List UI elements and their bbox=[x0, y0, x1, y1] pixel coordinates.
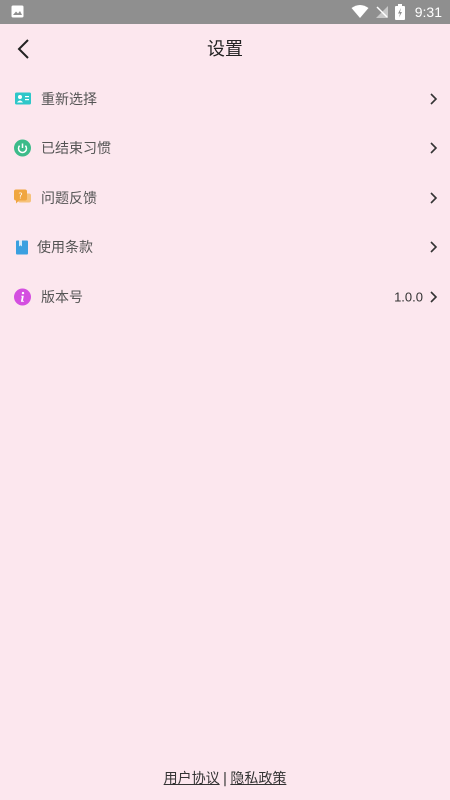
chevron-right-icon bbox=[430, 192, 438, 204]
settings-item-label: 版本号 bbox=[41, 289, 83, 306]
settings-item-label: 已结束习惯 bbox=[41, 141, 111, 158]
page-title: 设置 bbox=[207, 39, 243, 60]
back-button[interactable] bbox=[8, 34, 38, 64]
chevron-left-icon bbox=[17, 39, 29, 59]
feedback-bubble-icon: ? bbox=[14, 189, 31, 206]
settings-item-version[interactable]: 版本号 1.0.0 bbox=[0, 272, 450, 322]
chevron-right-icon bbox=[430, 93, 438, 105]
settings-item-label: 使用条款 bbox=[37, 240, 93, 257]
battery-charging-icon bbox=[394, 4, 405, 20]
settings-item-feedback[interactable]: ? 问题反馈 bbox=[0, 173, 450, 223]
settings-item-ended-habits[interactable]: 已结束习惯 bbox=[0, 124, 450, 174]
settings-item-reselect[interactable]: 重新选择 bbox=[0, 74, 450, 124]
footer-separator: | bbox=[222, 771, 228, 787]
settings-item-label: 重新选择 bbox=[41, 91, 97, 108]
app-bar: 设置 bbox=[0, 24, 450, 76]
user-agreement-link[interactable]: 用户协议 bbox=[164, 771, 220, 787]
settings-item-terms-of-use[interactable]: 使用条款 bbox=[0, 223, 450, 273]
svg-text:?: ? bbox=[18, 192, 22, 201]
no-signal-icon bbox=[375, 6, 388, 18]
chevron-right-icon bbox=[430, 241, 438, 253]
footer: 用户协议 | 隐私政策 bbox=[0, 768, 450, 788]
settings-list: 重新选择 已结束习惯 ? 问题反馈 使用条款 版本号 1.0.0 bbox=[0, 74, 450, 322]
power-icon bbox=[14, 139, 31, 157]
version-number: 1.0.0 bbox=[394, 289, 423, 305]
settings-item-label: 问题反馈 bbox=[41, 190, 97, 207]
status-time: 9:31 bbox=[414, 4, 442, 20]
contact-card-icon bbox=[14, 90, 31, 107]
gallery-notification-icon bbox=[11, 5, 24, 18]
book-icon bbox=[13, 239, 30, 256]
chevron-right-icon bbox=[430, 291, 438, 303]
chevron-right-icon bbox=[430, 142, 438, 154]
status-bar: 9:31 bbox=[0, 0, 450, 24]
info-icon bbox=[14, 288, 31, 306]
privacy-policy-link[interactable]: 隐私政策 bbox=[230, 771, 286, 787]
wifi-icon bbox=[351, 5, 369, 18]
